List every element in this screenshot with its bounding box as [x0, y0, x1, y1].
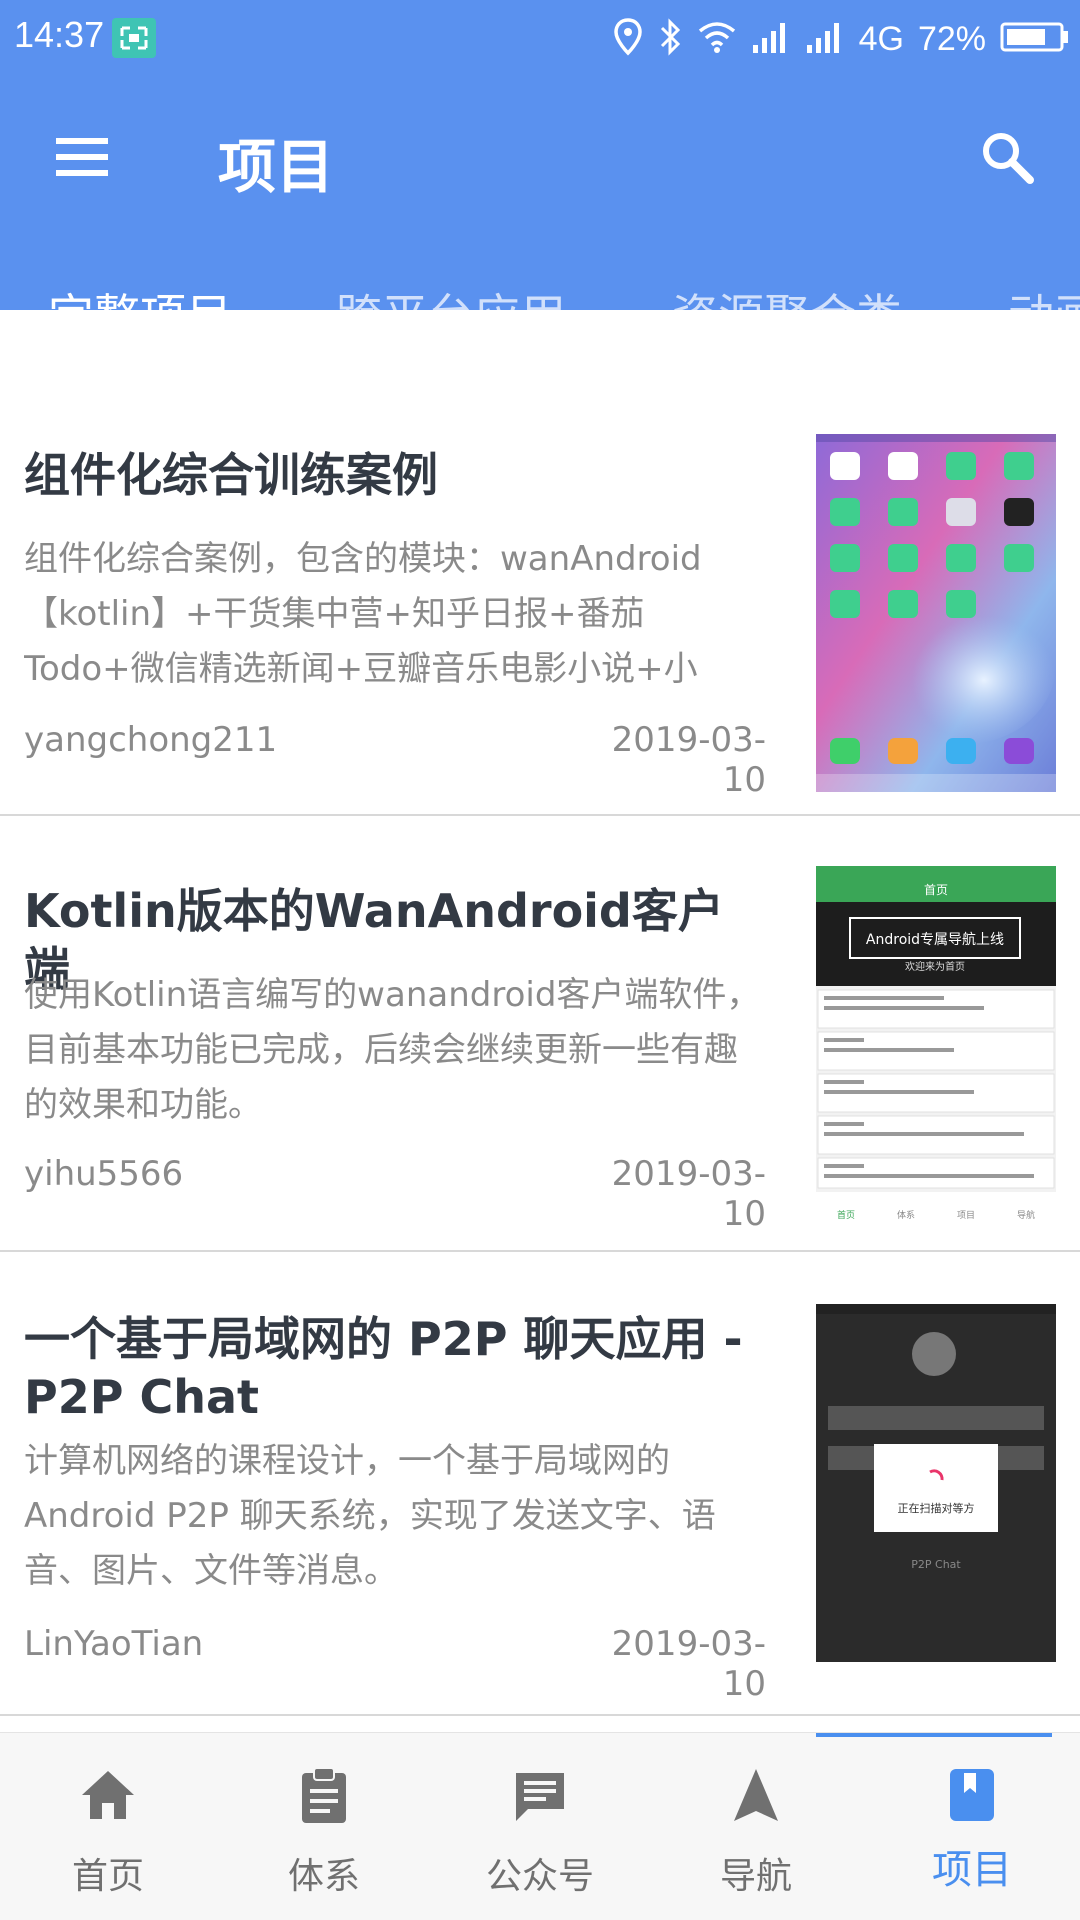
thumb-dialog-text: 正在扫描对等方: [898, 1501, 975, 1515]
project-description: 计算机网络的课程设计，一个基于局域网的 Android P2P 聊天系统，实现了…: [24, 1441, 716, 1591]
location-icon: [613, 17, 643, 61]
thumb-banner-subtext: 欢迎来为首页: [905, 960, 965, 973]
nav-system[interactable]: 体系: [216, 1733, 432, 1920]
tab-complete-projects[interactable]: 完整项目: [48, 278, 232, 388]
chat-icon: [510, 1765, 570, 1825]
project-date: 2019-03-10: [611, 1154, 766, 1234]
project-date: 2019-03-10: [611, 1624, 766, 1704]
thumb-banner-text: Android专属导航上线: [866, 932, 1004, 948]
app-root: 14:37 4G 72% 项目 完整项目 跨平台应用 资源聚合类 动画 组件化综…: [0, 0, 1080, 1920]
status-icons: 4G 72%: [613, 14, 1070, 64]
project-card[interactable]: Kotlin版本的WanAndroid客户端 使用Kotlin语言编写的wana…: [0, 816, 1080, 1252]
battery-icon: [1000, 19, 1070, 59]
project-thumbnail[interactable]: 正在扫描对等方 P2P Chat: [816, 1304, 1056, 1662]
thumb-tab-system: 体系: [897, 1209, 915, 1221]
project-title: 组件化综合训练案例: [24, 448, 438, 502]
project-thumbnail[interactable]: 首页 Android专属导航上线 欢迎来为首页 首页 体系 项目 导航: [816, 866, 1056, 1224]
project-title: 一个基于局域网的 P2P 聊天应用 - P2P Chat: [24, 1312, 743, 1424]
battery-percent: 72%: [917, 19, 986, 58]
thumb-tab-home: 首页: [837, 1209, 855, 1221]
tab-cross-platform[interactable]: 跨平台应用: [336, 278, 566, 388]
nav-home[interactable]: 首页: [0, 1733, 216, 1920]
clipboard-icon: [294, 1765, 354, 1825]
status-bar: 14:37 4G 72%: [0, 0, 1080, 80]
nav-projects[interactable]: 项目: [864, 1733, 1080, 1920]
network-type: 4G: [858, 19, 904, 58]
thumb-footer-text: P2P Chat: [911, 1558, 961, 1571]
project-description: 使用Kotlin语言编写的wanandroid客户端软件，目前基本功能已完成，后…: [24, 975, 761, 1125]
signal-icon: [805, 19, 845, 59]
project-card[interactable]: 组件化综合训练案例 组件化综合案例，包含的模块：wanAndroid【kotli…: [0, 384, 1080, 816]
home-icon: [78, 1765, 138, 1825]
search-icon[interactable]: [976, 126, 1040, 190]
category-tabs: 完整项目 跨平台应用 资源聚合类 动画: [0, 278, 1080, 388]
nav-label: 导航: [719, 1856, 792, 1897]
bookmark-icon: [942, 1765, 1002, 1825]
nav-label: 项目: [932, 1847, 1012, 1893]
bottom-navigation: 首页 体系 公众号 导航 项目: [0, 1732, 1080, 1920]
project-author[interactable]: yihu5566: [24, 1154, 183, 1194]
status-time: 14:37: [14, 14, 105, 55]
project-description: 组件化综合案例，包含的模块：wanAndroid【kotlin】+干货集中营+知…: [24, 539, 702, 689]
nav-official-accounts[interactable]: 公众号: [432, 1733, 648, 1920]
tab-animation[interactable]: 动画: [1008, 278, 1080, 388]
thumb-tab-project: 项目: [957, 1210, 975, 1221]
nav-navigation[interactable]: 导航: [648, 1733, 864, 1920]
page-title: 项目: [218, 133, 335, 201]
wifi-icon: [697, 19, 737, 59]
wanandroid-app-screenshot-image: 首页 Android专属导航上线 欢迎来为首页 首页 体系 项目 导航: [816, 866, 1056, 1224]
nav-active-indicator: [816, 1733, 1052, 1737]
tab-indicator: [0, 376, 288, 384]
scan-icon: [112, 18, 156, 58]
app-bar: 项目 完整项目 跨平台应用 资源聚合类 动画: [0, 80, 1080, 343]
phone-home-screen-image: [816, 434, 1056, 792]
project-author[interactable]: LinYaoTian: [24, 1624, 203, 1664]
menu-icon[interactable]: [52, 130, 116, 186]
project-thumbnail[interactable]: [816, 434, 1056, 792]
project-date: 2019-03-10: [611, 720, 766, 800]
p2p-chat-screenshot-image: 正在扫描对等方 P2P Chat: [816, 1304, 1056, 1662]
nav-label: 首页: [71, 1856, 144, 1897]
project-card[interactable]: 一个基于局域网的 P2P 聊天应用 - P2P Chat 计算机网络的课程设计，…: [0, 1252, 1080, 1716]
navigation-icon: [726, 1765, 786, 1825]
project-author[interactable]: yangchong211: [24, 720, 277, 760]
nav-label: 公众号: [485, 1856, 594, 1897]
thumb-tab-nav: 导航: [1017, 1209, 1035, 1221]
tab-resource-aggregation[interactable]: 资源聚合类: [672, 278, 902, 388]
signal-icon: [751, 19, 791, 59]
thumb-header-text: 首页: [924, 883, 948, 897]
nav-label: 体系: [287, 1856, 360, 1897]
bluetooth-icon: [657, 17, 683, 61]
